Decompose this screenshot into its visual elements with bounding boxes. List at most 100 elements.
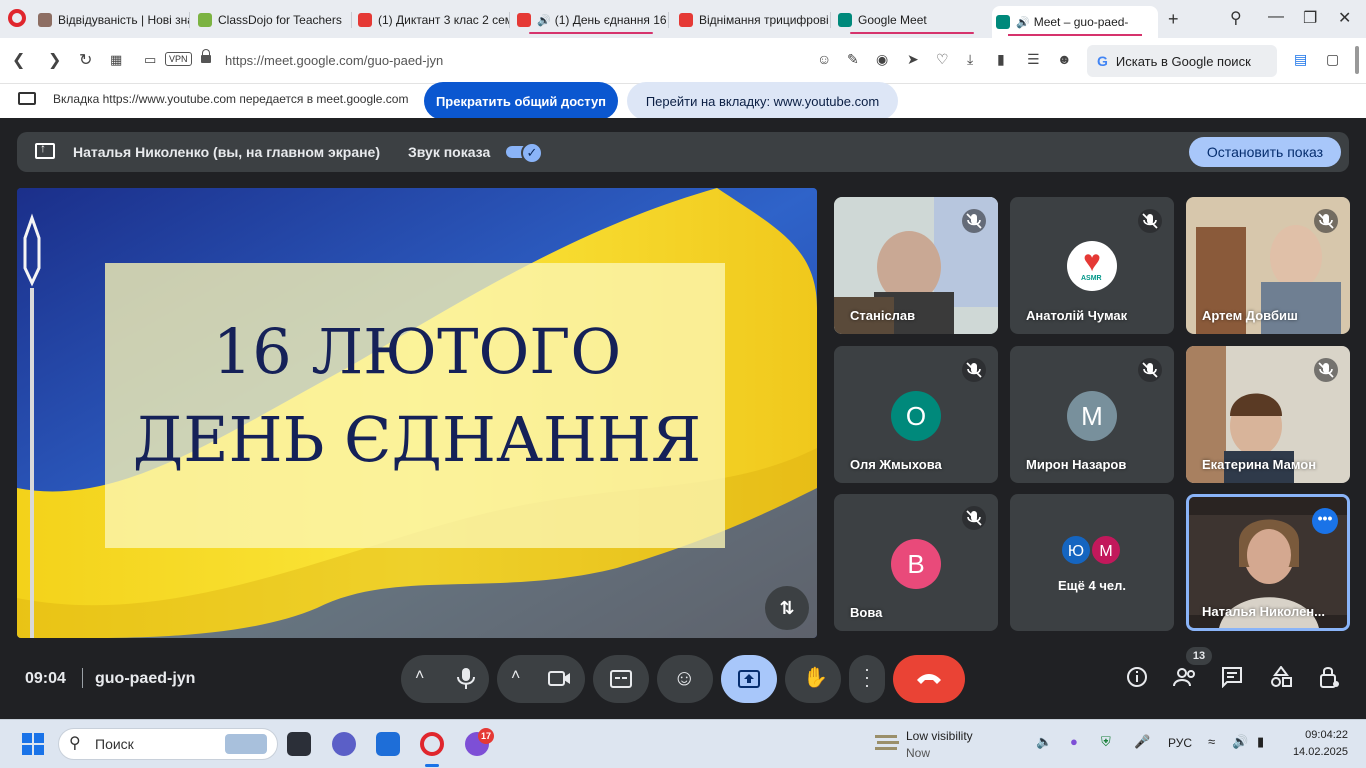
viber-tray-icon[interactable]: ● <box>1070 734 1078 749</box>
self-view-tile[interactable]: ••• Наталья Николен... <box>1186 494 1350 631</box>
browser-tab[interactable]: Віднімання трицифрові <box>675 6 831 34</box>
new-tab-button[interactable]: + <box>1168 9 1179 30</box>
camera-control: ˄ <box>497 655 585 703</box>
url-field[interactable]: https://meet.google.com/guo-paed-jyn <box>225 53 443 68</box>
meet-main: Наталья Николенко (вы, на главном экране… <box>0 118 1366 719</box>
audio-settings-chevron-icon[interactable]: ˄ <box>415 667 424 685</box>
reload-icon[interactable]: ↻ <box>79 50 92 70</box>
maximize-icon[interactable]: ❐ <box>1303 8 1317 28</box>
stop-presenting-button[interactable]: Остановить показ <box>1189 137 1341 167</box>
captions-button[interactable] <box>593 655 649 703</box>
participant-name: Наталья Николен... <box>1202 604 1325 619</box>
hang-up-icon <box>917 674 941 684</box>
easy-setup-icon[interactable]: ☰ <box>1027 51 1040 68</box>
mic-off-icon <box>962 209 986 233</box>
participant-tile[interactable]: О Оля Жмыхова <box>834 346 998 483</box>
more-options-icon[interactable]: ••• <box>1312 508 1338 534</box>
clock-date[interactable]: 14.02.2025 <box>1288 746 1348 758</box>
participant-tile[interactable]: Станіслав <box>834 197 998 334</box>
google-search-box[interactable]: G Искать в Google поиск <box>1087 45 1277 77</box>
profile-icon[interactable]: ☻ <box>1057 51 1072 67</box>
hand-icon: ✋ <box>803 667 828 689</box>
google-icon: G <box>1097 53 1108 69</box>
participant-tile[interactable]: ♥ ASMR Анатолій Чумак <box>1010 197 1174 334</box>
close-icon[interactable]: ✕ <box>1338 8 1351 28</box>
video-settings-chevron-icon[interactable]: ˄ <box>511 667 520 685</box>
clock-time[interactable]: 09:04:22 <box>1288 729 1348 741</box>
browser-tab-active[interactable]: 🔊 Meet – guo-paed- <box>992 6 1158 38</box>
opera-taskbar-icon[interactable] <box>420 732 444 756</box>
windows-start-icon[interactable] <box>22 733 44 755</box>
raise-hand-button[interactable]: ✋ <box>785 655 841 703</box>
video-camera-icon[interactable] <box>548 670 572 688</box>
speaker-icon: 🔊 <box>537 14 551 27</box>
search-tabs-icon[interactable]: ⚲ <box>1230 8 1242 28</box>
task-view-icon[interactable] <box>287 732 311 756</box>
slide-title-event: ДЕНЬ ЄДНАННЯ <box>132 403 702 476</box>
activities-icon[interactable] <box>1270 665 1292 693</box>
minimize-icon[interactable]: — <box>1268 8 1284 26</box>
microphone-icon[interactable] <box>456 668 476 690</box>
leave-call-button[interactable] <box>893 655 965 703</box>
more-participants-tile[interactable]: Ю М Ещё 4 чел. <box>1010 494 1174 631</box>
swap-layout-button[interactable]: ⇅ <box>765 586 809 630</box>
store-icon[interactable] <box>376 732 400 756</box>
tab-divider <box>351 12 352 28</box>
speaker-icon: 🔊 <box>1016 16 1030 29</box>
tab-title: ClassDojo for Teachers <box>218 13 342 27</box>
taskbar-search[interactable]: ⚲ Поиск <box>58 728 278 760</box>
emoji-icon[interactable]: ☺ <box>817 51 831 67</box>
participant-tile[interactable]: М Мирон Назаров <box>1010 346 1174 483</box>
participant-tile[interactable]: Артем Довбиш <box>1186 197 1350 334</box>
speaker-tray-icon[interactable]: 🔈 <box>1036 734 1052 750</box>
reactions-button[interactable]: ☺ <box>657 655 713 703</box>
fog-weather-icon[interactable] <box>875 732 899 754</box>
sidebar-icon[interactable]: ▤ <box>1294 51 1307 68</box>
lock-icon[interactable] <box>201 49 211 63</box>
browser-tab[interactable]: 🔊 (1) День єднання 16 <box>513 6 669 34</box>
camera-icon[interactable]: ▭ <box>144 52 156 68</box>
scrollbar[interactable] <box>1355 46 1359 74</box>
browser-tab[interactable]: (1) Диктант 3 клас 2 сем <box>354 6 510 34</box>
people-icon[interactable] <box>1173 666 1197 693</box>
mic-off-icon <box>1314 358 1338 382</box>
stop-sharing-button[interactable]: Прекратить общий доступ <box>424 82 618 120</box>
meeting-details-icon[interactable] <box>1126 666 1148 693</box>
vpn-badge[interactable]: VPN <box>165 52 192 66</box>
language-indicator[interactable]: РУС <box>1168 736 1192 750</box>
back-icon[interactable]: ❮ <box>12 50 25 70</box>
opera-logo-icon[interactable] <box>8 9 26 27</box>
host-controls-icon[interactable] <box>1318 666 1340 693</box>
extensions-icon[interactable]: ▢ <box>1326 51 1339 68</box>
heart-icon[interactable]: ♡ <box>936 51 949 68</box>
security-tray-icon[interactable]: ⛨ <box>1101 734 1111 750</box>
speed-dial-icon[interactable]: ▦ <box>110 52 122 68</box>
chat-icon[interactable] <box>1221 666 1243 693</box>
teams-icon[interactable] <box>332 732 356 756</box>
browser-tab[interactable]: Google Meet <box>834 6 990 34</box>
wifi-icon[interactable]: ≈ <box>1208 734 1215 749</box>
present-screen-icon <box>738 670 760 688</box>
tab-favicon-icon <box>38 13 52 27</box>
microphone-tray-icon[interactable]: 🎤 <box>1134 734 1150 750</box>
participant-tile[interactable]: Екатерина Мамон <box>1186 346 1350 483</box>
battery-saver-icon[interactable]: ▮ <box>997 51 1005 68</box>
participant-name: Анатолій Чумак <box>1026 308 1128 323</box>
battery-icon[interactable]: ▮ <box>1257 734 1264 750</box>
snapshot-icon[interactable]: ◉ <box>876 51 888 68</box>
download-icon[interactable]: ⤓ <box>967 51 973 68</box>
present-now-button[interactable] <box>721 655 777 703</box>
share-audio-toggle[interactable]: ✓ <box>506 142 543 164</box>
participant-tile[interactable]: В Вова <box>834 494 998 631</box>
participant-avatar: М <box>1067 391 1117 441</box>
mic-control: ˄ <box>401 655 489 703</box>
send-icon[interactable]: ➤ <box>907 51 919 68</box>
go-to-tab-button[interactable]: Перейти на вкладку: www.youtube.com <box>627 82 898 120</box>
edit-icon[interactable]: ✎ <box>847 51 859 68</box>
more-options-button[interactable]: · · · <box>849 655 885 703</box>
forward-icon[interactable]: ❯ <box>48 50 61 70</box>
browser-tab[interactable]: Відвідуваність | Нові зна <box>34 6 190 34</box>
taskbar-search-label: Поиск <box>95 736 134 752</box>
volume-icon[interactable]: 🔊 <box>1232 734 1248 750</box>
browser-tab[interactable]: ClassDojo for Teachers <box>194 6 352 34</box>
